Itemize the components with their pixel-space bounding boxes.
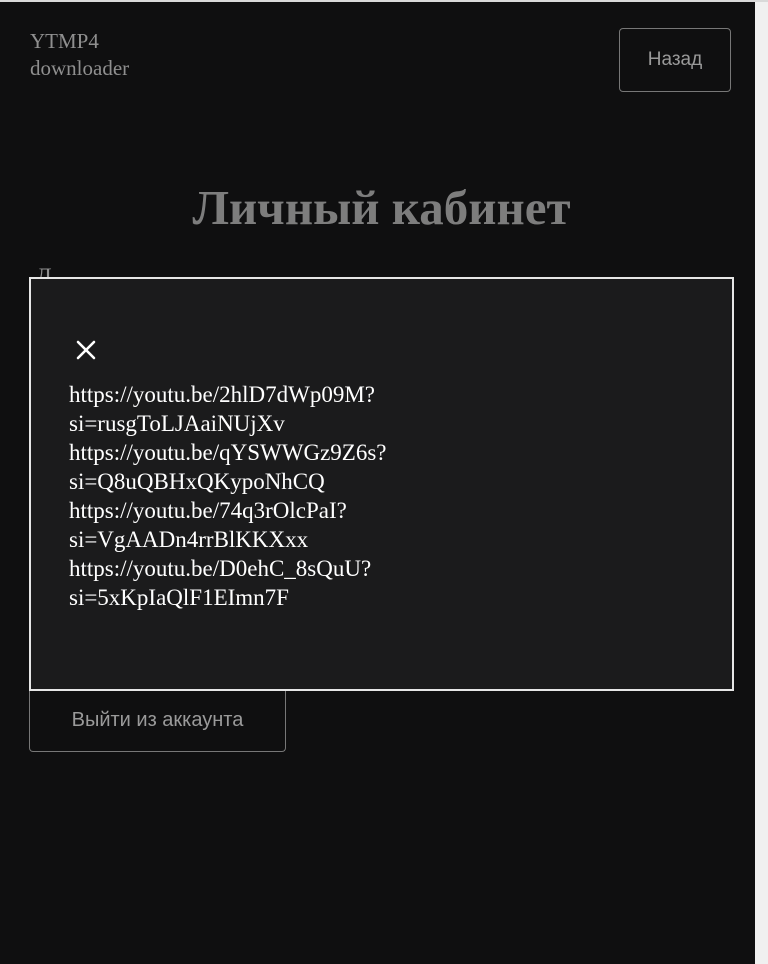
link-3-line-1: https://youtu.be/74q3rOlcPaI? [69,498,347,523]
back-button[interactable]: Назад [619,28,731,92]
page: YTMP4 downloader Назад Личный кабинет Д … [0,2,755,964]
link-1-line-2: si=rusgToLJAaiNUjXv [69,411,285,436]
brand-line-1: YTMP4 [30,29,99,53]
link-4-line-1: https://youtu.be/D0ehC_8sQuU? [69,556,372,581]
links-list: https://youtu.be/2hlD7dWp09M? si=rusgToL… [69,380,709,612]
links-modal: https://youtu.be/2hlD7dWp09M? si=rusgToL… [29,277,734,691]
link-2-line-2: si=Q8uQBHxQKypoNhCQ [69,469,325,494]
brand-line-2: downloader [30,56,130,80]
link-2-line-1: https://youtu.be/qYSWWGz9Z6s? [69,440,387,465]
logout-button[interactable]: Выйти из аккаунта [29,690,286,752]
link-3-line-2: si=VgAADn4rrBlKKXxx [69,527,309,552]
link-4-line-2: si=5xKpIaQlF1EImn7F [69,585,289,610]
close-icon[interactable] [72,336,100,364]
link-1-line-1: https://youtu.be/2hlD7dWp09M? [69,382,376,407]
page-title: Личный кабинет [192,180,571,235]
brand-logo[interactable]: YTMP4 downloader [30,28,129,82]
scrollbar[interactable] [755,2,768,964]
